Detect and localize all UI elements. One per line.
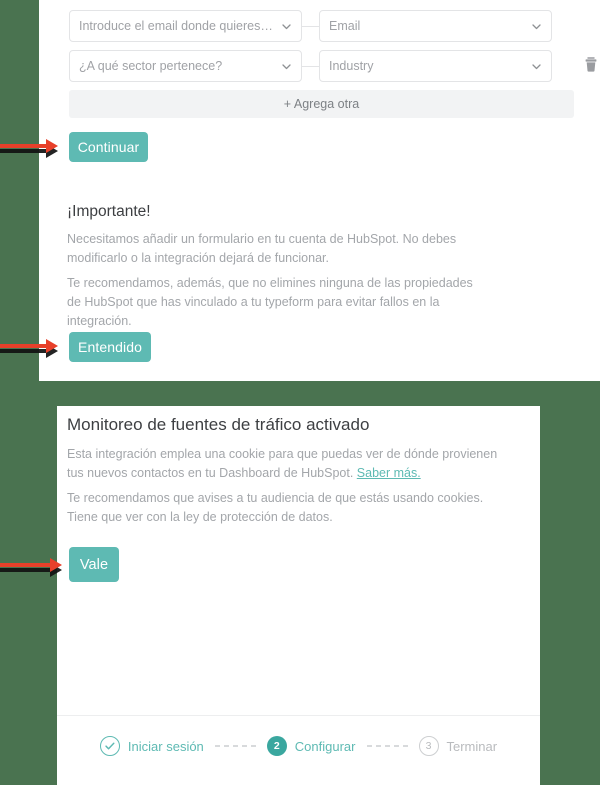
table-row: Introduce el email donde quieres recibir… xyxy=(69,10,574,42)
stepper-label-login: Iniciar sesión xyxy=(127,738,204,754)
cookie-tracking-panel: Monitoreo de fuentes de tráfico activado… xyxy=(57,406,540,785)
mapping-connector-1 xyxy=(302,25,319,27)
important-paragraph-1: Necesitamos añadir un formulario en tu c… xyxy=(67,232,457,265)
stepper-label-finish: Terminar xyxy=(446,738,498,754)
setup-stepper: Iniciar sesión 2 Configurar 3 Terminar xyxy=(57,736,540,756)
table-row: ¿A qué sector pertenece? Industry xyxy=(69,50,597,82)
stepper-step-finish[interactable]: 3 Terminar xyxy=(418,736,498,756)
acknowledge-button[interactable]: Entendido xyxy=(69,332,151,362)
footer-divider xyxy=(57,715,540,716)
cookie-paragraph-1: Esta integración emplea una cookie para … xyxy=(67,445,507,483)
stepper-step-login[interactable]: Iniciar sesión xyxy=(99,736,204,756)
screenshot-stage: Introduce el email donde quieres recibir… xyxy=(0,0,600,785)
add-another-mapping-button[interactable]: + Agrega otra xyxy=(69,90,574,118)
chevron-down-icon xyxy=(531,21,542,32)
hubspot-property-value-1: Email xyxy=(329,19,361,33)
stepper-step-configure[interactable]: 2 Configurar xyxy=(266,736,356,756)
chevron-down-icon xyxy=(531,61,542,72)
hubspot-property-select-1[interactable]: Email xyxy=(319,10,552,42)
integration-setup-panel: Introduce el email donde quieres recibir… xyxy=(39,0,600,381)
mapping-connector-2 xyxy=(302,65,319,67)
stepper-number-finish: 3 xyxy=(418,736,439,756)
learn-more-link[interactable]: Saber más. xyxy=(357,466,421,480)
continue-button[interactable]: Continuar xyxy=(69,132,148,162)
hubspot-property-select-2[interactable]: Industry xyxy=(319,50,552,82)
cookie-paragraph-2: Te recomendamos que avises a tu audienci… xyxy=(67,491,484,524)
stepper-number-configure: 2 xyxy=(266,736,287,756)
stepper-label-configure: Configurar xyxy=(294,738,356,754)
confirm-button[interactable]: Vale xyxy=(69,547,119,582)
stepper-connector-2 xyxy=(366,744,408,748)
page-title: Monitoreo de fuentes de tráfico activado xyxy=(67,415,370,434)
stepper-connector-1 xyxy=(214,744,256,748)
chevron-down-icon xyxy=(281,21,292,32)
typeform-question-value-1: Introduce el email donde quieres recibir… xyxy=(79,19,275,33)
field-mapping-list: Introduce el email donde quieres recibir… xyxy=(69,10,597,118)
typeform-question-value-2: ¿A qué sector pertenece? xyxy=(79,59,223,73)
important-heading: ¡Importante! xyxy=(67,203,151,220)
chevron-down-icon xyxy=(281,61,292,72)
hubspot-property-value-2: Industry xyxy=(329,59,374,73)
trash-icon[interactable] xyxy=(583,56,599,74)
check-circle-icon xyxy=(99,736,120,756)
typeform-question-select-1[interactable]: Introduce el email donde quieres recibir… xyxy=(69,10,302,42)
typeform-question-select-2[interactable]: ¿A qué sector pertenece? xyxy=(69,50,302,82)
important-paragraph-2: Te recomendamos, además, que no elimines… xyxy=(67,276,473,328)
cookie-paragraph-1-text: Esta integración emplea una cookie para … xyxy=(67,447,498,480)
